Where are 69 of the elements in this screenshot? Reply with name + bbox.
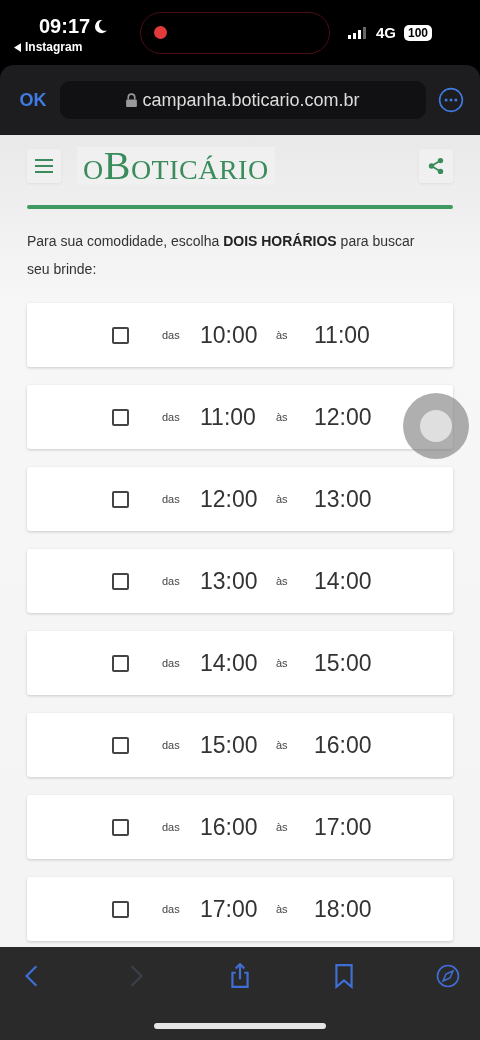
to-label: às: [276, 493, 289, 505]
time-slot-card[interactable]: das 12:00 às 13:00: [27, 467, 453, 531]
end-time: 15:00: [314, 649, 373, 677]
address-bar[interactable]: campanha.boticario.com.br: [60, 81, 426, 119]
from-label: das: [162, 821, 181, 833]
end-time: 14:00: [314, 567, 373, 595]
time-slot-card[interactable]: das 11:00 às 12:00: [27, 385, 453, 449]
checkbox[interactable]: [112, 326, 129, 344]
checkbox[interactable]: [112, 818, 129, 836]
back-to-app-link[interactable]: Instagram: [14, 40, 124, 54]
from-label: das: [162, 493, 181, 505]
menu-button[interactable]: [27, 149, 61, 183]
share-icon: [426, 157, 446, 175]
to-label: às: [276, 903, 289, 915]
time-slot-card[interactable]: das 14:00 às 15:00: [27, 631, 453, 695]
instruction-text: Para sua comodidade, escolha DOIS HORÁRIOS para buscar seu brinde:: [27, 232, 416, 279]
to-label: às: [276, 739, 289, 751]
checkbox[interactable]: [112, 408, 129, 426]
time-slot-card[interactable]: das 10:00 às 11:00: [27, 303, 453, 367]
start-time: 13:00: [200, 567, 259, 595]
from-label: das: [162, 657, 181, 669]
menu-icon: [34, 157, 54, 175]
to-label: às: [276, 821, 289, 833]
to-label: às: [276, 575, 289, 587]
from-label: das: [162, 575, 181, 587]
checkbox[interactable]: [112, 736, 129, 754]
time-slot-card[interactable]: das 16:00 às 17:00: [27, 795, 453, 859]
from-label: das: [162, 739, 181, 751]
end-time: 11:00: [314, 321, 371, 349]
signal-icon: [348, 26, 368, 39]
compass-icon[interactable]: [436, 963, 460, 989]
start-time: 17:00: [200, 895, 259, 923]
start-time: 14:00: [200, 649, 259, 677]
brand-logo[interactable]: oBoticário: [77, 147, 275, 185]
time-slot-card[interactable]: das 17:00 às 18:00: [27, 877, 453, 941]
end-time: 12:00: [314, 403, 373, 431]
checkbox[interactable]: [112, 654, 129, 672]
done-button[interactable]: OK: [18, 89, 48, 111]
end-time: 16:00: [314, 731, 373, 759]
checkbox[interactable]: [112, 572, 129, 590]
back-arrow-icon: [14, 42, 21, 52]
lock-icon: [126, 93, 138, 107]
to-label: às: [276, 329, 289, 341]
share-button[interactable]: [419, 149, 453, 183]
clock-time: 09:17: [39, 15, 91, 38]
start-time: 11:00: [200, 403, 257, 431]
from-label: das: [162, 411, 181, 423]
checkbox[interactable]: [112, 490, 129, 508]
url-text: campanha.boticario.com.br: [142, 89, 360, 111]
to-label: às: [276, 411, 289, 423]
time-slot-card[interactable]: das 15:00 às 16:00: [27, 713, 453, 777]
from-label: das: [162, 329, 181, 341]
network-label: 4G: [376, 24, 396, 41]
from-label: das: [162, 903, 181, 915]
to-label: às: [276, 657, 289, 669]
battery-level: 100: [404, 24, 433, 41]
start-time: 12:00: [200, 485, 259, 513]
end-time: 18:00: [314, 895, 373, 923]
bookmark-icon[interactable]: [332, 963, 356, 989]
start-time: 16:00: [200, 813, 259, 841]
moon-icon: [93, 19, 109, 34]
checkbox[interactable]: [112, 900, 129, 918]
start-time: 10:00: [200, 321, 259, 349]
start-time: 15:00: [200, 731, 259, 759]
more-icon[interactable]: [438, 87, 464, 113]
time-slot-card[interactable]: das 13:00 às 14:00: [27, 549, 453, 613]
share-icon[interactable]: [228, 963, 252, 989]
end-time: 13:00: [314, 485, 373, 513]
end-time: 17:00: [314, 813, 373, 841]
